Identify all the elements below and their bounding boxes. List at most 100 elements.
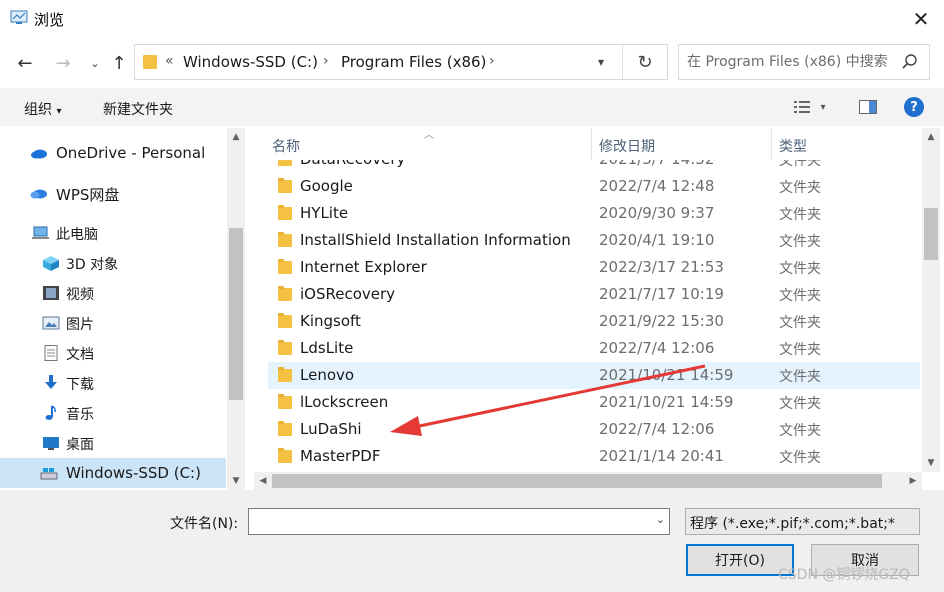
scroll-down-icon[interactable]: ▼ [922, 454, 940, 472]
file-list-horizontal-scrollbar[interactable]: ◀ ▶ [254, 472, 922, 490]
file-date: 2020/4/1 19:10 [599, 231, 715, 249]
file-name: Kingsoft [300, 312, 361, 330]
file-date: 2022/7/4 12:48 [599, 177, 715, 195]
chevron-right-icon[interactable]: › [489, 53, 495, 69]
column-divider[interactable] [591, 128, 592, 160]
sidebar-scrollbar[interactable]: ▲ ▼ [227, 128, 245, 490]
filename-combobox[interactable]: ⌄ [248, 508, 670, 535]
close-button[interactable]: ✕ [898, 0, 944, 38]
sidebar-item-desktop[interactable]: 桌面 [0, 428, 226, 458]
sidebar-item-this-pc[interactable]: 此电脑 [0, 218, 226, 248]
list-view-icon [794, 101, 811, 113]
sidebar-item-label: OneDrive - Personal [56, 144, 206, 162]
folder-icon [278, 178, 292, 193]
scroll-down-icon[interactable]: ▼ [227, 472, 245, 490]
filename-input[interactable] [253, 512, 643, 531]
column-header-type[interactable]: 类型 [779, 136, 807, 156]
folder-icon [143, 55, 157, 69]
scroll-right-icon[interactable]: ▶ [904, 472, 922, 490]
file-row-hovered[interactable]: Lenovo 2021/10/21 14:59 文件夹 [268, 362, 920, 389]
sidebar-item-music[interactable]: 音乐 [0, 398, 226, 428]
recent-locations-button[interactable]: ⌄ [82, 50, 108, 76]
file-date: 2021/3/7 14:32 [599, 160, 714, 168]
file-type-filter[interactable]: 程序 (*.exe;*.pif;*.com;*.bat;* [685, 508, 920, 535]
sidebar-item-windows-ssd[interactable]: Windows-SSD (C:) [0, 458, 226, 488]
address-dropdown-button[interactable]: ▾ [591, 51, 611, 73]
file-row[interactable]: iOSRecovery 2021/7/17 10:19 文件夹 [268, 281, 920, 308]
app-icon [10, 10, 28, 24]
file-date: 2020/9/30 9:37 [599, 204, 715, 222]
file-row[interactable]: Internet Explorer 2022/3/17 21:53 文件夹 [268, 254, 920, 281]
file-type: 文件夹 [779, 342, 821, 358]
column-header-row: ︿ 名称 修改日期 类型 [254, 128, 924, 160]
column-divider[interactable] [771, 128, 772, 160]
file-date: 2021/10/21 14:59 [599, 366, 734, 384]
address-overflow-chevron[interactable]: « [165, 53, 174, 69]
sidebar-item-pictures[interactable]: 图片 [0, 308, 226, 338]
sidebar-item-3d-objects[interactable]: 3D 对象 [0, 248, 226, 278]
scroll-up-icon[interactable]: ▲ [227, 128, 245, 146]
scrollbar-thumb[interactable] [924, 208, 938, 260]
sidebar-item-wps[interactable]: WPS网盘 [0, 178, 226, 208]
file-list-vertical-scrollbar[interactable]: ▲ ▼ [922, 128, 940, 472]
file-type: 文件夹 [779, 234, 821, 250]
chevron-down-icon: ⌄ [90, 56, 100, 70]
file-date: 2021/7/17 10:19 [599, 285, 724, 303]
scroll-up-icon[interactable]: ▲ [922, 128, 940, 146]
preview-pane-button[interactable] [857, 96, 879, 118]
folder-icon [278, 313, 292, 328]
file-date: 2021/1/14 20:41 [599, 447, 724, 465]
filename-label: 文件名(N): [170, 516, 239, 532]
chevron-right-icon[interactable]: › [323, 53, 329, 69]
browse-dialog: 浏览 ✕ ← → ⌄ ↑ « Windows-SSD (C:) › Progra… [0, 0, 944, 592]
help-button[interactable]: ? [904, 97, 924, 117]
back-arrow-icon: ← [17, 52, 33, 74]
sidebar-item-documents[interactable]: 文档 [0, 338, 226, 368]
back-button[interactable]: ← [12, 50, 38, 76]
file-row[interactable]: lLockscreen 2021/10/21 14:59 文件夹 [268, 389, 920, 416]
sidebar-item-downloads[interactable]: 下载 [0, 368, 226, 398]
forward-button[interactable]: → [50, 50, 76, 76]
folder-icon [278, 448, 292, 463]
up-button[interactable]: ↑ [106, 50, 132, 76]
file-row[interactable]: InstallShield Installation Information 2… [268, 227, 920, 254]
file-row[interactable]: LuDaShi 2022/7/4 12:06 文件夹 [268, 416, 920, 443]
address-segment-drive[interactable]: Windows-SSD (C:) [183, 53, 318, 71]
sidebar-item-label: 图片 [66, 317, 94, 333]
file-type: 文件夹 [779, 207, 821, 223]
chevron-down-icon[interactable]: ⌄ [656, 513, 665, 526]
picture-icon [42, 316, 60, 330]
preview-pane-icon [859, 100, 877, 114]
column-header-name[interactable]: 名称 [272, 136, 300, 156]
file-row[interactable]: Kingsoft 2021/9/22 15:30 文件夹 [268, 308, 920, 335]
refresh-icon: ↻ [637, 51, 653, 73]
sidebar-item-videos[interactable]: 视频 [0, 278, 226, 308]
column-header-date[interactable]: 修改日期 [599, 136, 655, 156]
folder-icon [278, 340, 292, 355]
file-name: MasterPDF [300, 447, 381, 465]
address-segment-folder[interactable]: Program Files (x86) [341, 53, 486, 71]
file-name: LdsLite [300, 339, 354, 357]
file-row[interactable]: MasterPDF 2021/1/14 20:41 文件夹 [268, 443, 920, 470]
search-icon[interactable] [901, 53, 919, 71]
refresh-button[interactable]: ↻ [631, 50, 659, 74]
navigation-bar: ← → ⌄ ↑ « Windows-SSD (C:) › Program Fil… [0, 40, 944, 86]
address-bar[interactable]: « Windows-SSD (C:) › Program Files (x86)… [134, 44, 668, 80]
view-options-button[interactable]: ▾ [790, 96, 830, 118]
search-input[interactable] [687, 52, 897, 72]
file-row[interactable]: HYLite 2020/9/30 9:37 文件夹 [268, 200, 920, 227]
organize-menu[interactable]: 组织 ▾ [24, 99, 61, 119]
file-row[interactable]: LdsLite 2022/7/4 12:06 文件夹 [268, 335, 920, 362]
file-row[interactable]: DataRecovery 2021/3/7 14:32 文件夹 [268, 160, 920, 173]
sidebar-item-label: 3D 对象 [66, 257, 119, 273]
new-folder-button[interactable]: 新建文件夹 [103, 99, 173, 119]
scroll-left-icon[interactable]: ◀ [254, 472, 272, 490]
file-name: HYLite [300, 204, 349, 222]
sidebar-item-onedrive[interactable]: OneDrive - Personal [0, 138, 226, 168]
scrollbar-thumb[interactable] [229, 228, 243, 400]
scrollbar-thumb[interactable] [272, 474, 882, 488]
file-row[interactable]: Google 2022/7/4 12:48 文件夹 [268, 173, 920, 200]
file-date: 2022/3/17 21:53 [599, 258, 724, 276]
search-box[interactable] [678, 44, 930, 80]
sidebar-item-label: 视频 [66, 287, 94, 303]
